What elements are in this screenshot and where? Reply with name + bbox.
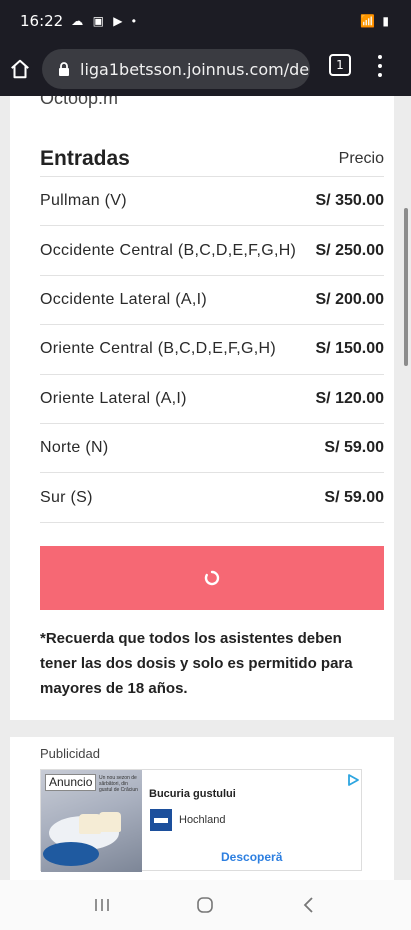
ticket-price: S/ 120.00: [315, 389, 385, 407]
ad-badge: Anuncio: [45, 774, 97, 791]
lock-icon: [59, 62, 69, 76]
ticket-name: Norte (N): [40, 439, 109, 457]
ticket-price: S/ 59.00: [324, 488, 384, 506]
ad-cta-link[interactable]: Descoperă: [221, 850, 282, 864]
ticket-row: Oriente Central (B,C,D,E,F,G,H) S/ 150.00: [40, 325, 385, 375]
age-requirement-note: *Recuerda que todos los asistentes deben…: [40, 630, 353, 697]
signal-battery-icons: 📶 ▮: [360, 14, 391, 28]
ticket-price: S/ 250.00: [315, 241, 385, 259]
ticket-name: Sur (S): [40, 488, 93, 506]
status-bar: 16:22 ☁ ▣ ▶ • 📶 ▮: [0, 0, 411, 42]
adchoices-icon[interactable]: [347, 774, 359, 786]
ad-image[interactable]: Un nou sezon de sărbători, din gustul de…: [41, 770, 142, 872]
cake-shape: [79, 814, 101, 834]
system-nav-bar: [0, 880, 411, 930]
ticket-price: S/ 150.00: [315, 340, 385, 358]
cut-off-text: Octoop.m: [40, 96, 119, 108]
ticket-name: Occidente Central (B,C,D,E,F,G,H): [40, 241, 297, 259]
cheese-tub-shape: [43, 842, 99, 866]
ticket-row: Oriente Lateral (A,I) S/ 120.00: [40, 375, 384, 424]
ad-image-text: Un nou sezon de sărbători, din gustul de…: [99, 775, 138, 793]
recent-apps-icon[interactable]: [82, 890, 122, 920]
ticket-list: Pullman (V) S/ 350.00 Occidente Central (…: [40, 176, 384, 523]
page-content: Octoop.m Entradas Precio Pullman (V) S/ 3…: [0, 96, 411, 880]
ticket-price: S/ 350.00: [315, 192, 385, 210]
ticket-row: Sur (S) S/ 59.00: [40, 473, 384, 523]
back-icon[interactable]: [289, 890, 329, 920]
ticket-name: Oriente Central (B,C,D,E,F,G,H): [40, 340, 277, 358]
ad-title[interactable]: Bucuria gustului: [149, 788, 236, 800]
overflow-menu-icon[interactable]: [372, 52, 388, 80]
ad-brand: Hochland: [179, 814, 226, 826]
brand-logo-icon: [150, 809, 172, 831]
ticket-row: Occidente Central (B,C,D,E,F,G,H) S/ 250.…: [40, 226, 385, 276]
ad-label: Publicidad: [40, 746, 100, 761]
ticket-name: Oriente Lateral (A,I): [40, 389, 187, 407]
price-header: Precio: [338, 150, 384, 167]
ticket-price: S/ 59.00: [324, 439, 384, 457]
ticket-row: Occidente Lateral (A,I) S/ 200.00: [40, 276, 385, 326]
tickets-header: Entradas Precio: [40, 144, 384, 174]
ad-banner[interactable]: Un nou sezon de sărbători, din gustul de…: [40, 769, 362, 872]
tickets-card: Octoop.m Entradas Precio Pullman (V) S/ 3…: [10, 96, 394, 720]
ticket-price: S/ 200.00: [315, 290, 385, 308]
status-time: 16:22: [20, 12, 64, 30]
address-bar[interactable]: liga1betsson.joinnus.com/de: [42, 49, 310, 89]
home-button-icon[interactable]: [185, 890, 225, 920]
cake-shape: [99, 812, 121, 832]
browser-toolbar: liga1betsson.joinnus.com/de 1: [0, 42, 411, 96]
ticket-row: Pullman (V) S/ 350.00: [40, 177, 385, 227]
ticket-name: Pullman (V): [40, 192, 127, 210]
tab-switcher-button[interactable]: 1: [329, 54, 351, 76]
notification-icons: ☁ ▣ ▶ •: [71, 14, 140, 28]
scrollbar-thumb[interactable]: [404, 208, 408, 366]
url-text: liga1betsson.joinnus.com/de: [80, 59, 310, 79]
home-icon[interactable]: [0, 49, 40, 89]
ticket-row: Norte (N) S/ 59.00: [40, 424, 384, 474]
ticket-name: Occidente Lateral (A,I): [40, 290, 207, 308]
loading-spinner-icon: [204, 570, 220, 586]
tickets-title: Entradas: [40, 147, 130, 170]
ad-card: Publicidad Un nou sezon de sărbători, di…: [10, 737, 394, 880]
buy-button[interactable]: [40, 546, 384, 610]
